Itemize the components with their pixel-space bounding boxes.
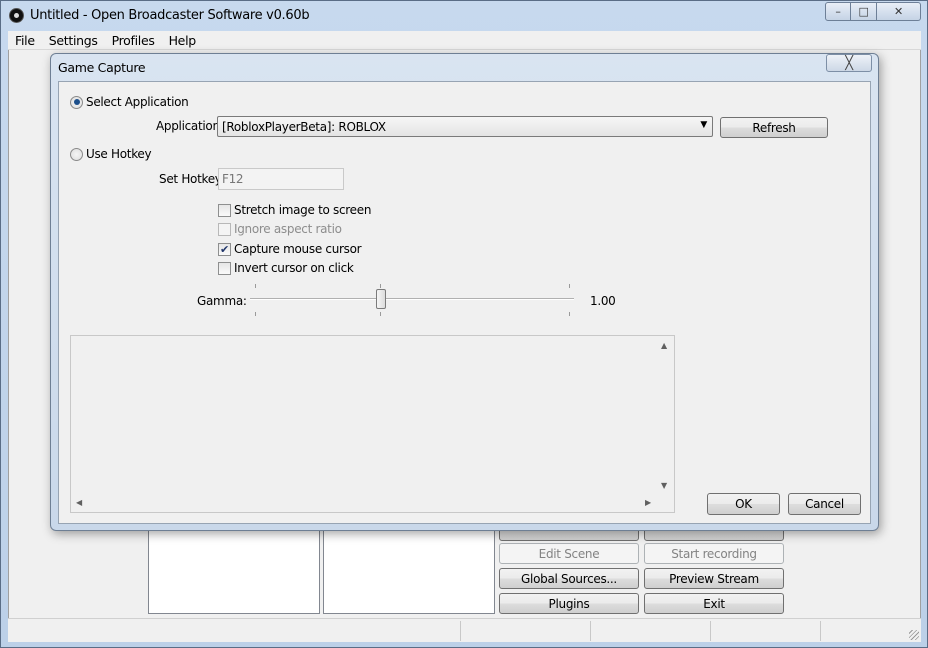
caption-buttons: – □ ✕ — [825, 2, 921, 22]
scroll-left-icon[interactable]: ◀ — [76, 498, 82, 507]
dialog-title: Game Capture — [58, 60, 146, 75]
application-value: [RobloxPlayerBeta]: ROBLOX — [222, 119, 386, 134]
maximize-button[interactable]: □ — [851, 2, 877, 21]
game-capture-dialog: Game Capture ╳ Select Application Applic… — [50, 53, 879, 531]
dialog-body: Select Application Application: [RobloxP… — [58, 81, 871, 524]
close-button[interactable]: ✕ — [877, 2, 921, 21]
menu-profiles[interactable]: Profiles — [105, 33, 162, 48]
menu-file[interactable]: File — [8, 33, 42, 48]
sources-list[interactable] — [323, 520, 495, 614]
gamma-slider-track[interactable] — [250, 298, 574, 300]
global-sources-button[interactable]: Global Sources... — [499, 568, 639, 589]
slider-tick — [569, 312, 570, 316]
ignore-aspect-ratio-label: Ignore aspect ratio — [234, 222, 342, 236]
status-pane — [460, 621, 590, 641]
slider-tick — [255, 312, 256, 316]
ok-button[interactable]: OK — [707, 493, 780, 515]
plugins-button[interactable]: Plugins — [499, 593, 639, 614]
checkbox-icon — [218, 203, 231, 217]
invert-cursor-checkbox[interactable]: Invert cursor on click — [218, 261, 354, 275]
scroll-down-icon[interactable]: ▼ — [661, 481, 667, 490]
ignore-aspect-ratio-checkbox[interactable]: Ignore aspect ratio — [218, 222, 342, 236]
select-application-label: Select Application — [86, 95, 189, 109]
scroll-right-icon[interactable]: ▶ — [645, 498, 651, 507]
use-hotkey-radio[interactable]: Use Hotkey — [70, 147, 152, 161]
scenes-list[interactable] — [148, 520, 320, 614]
stretch-image-label: Stretch image to screen — [234, 203, 372, 217]
gamma-slider-thumb[interactable] — [375, 289, 386, 309]
checkmark-icon: ✔ — [218, 242, 231, 256]
stretch-image-checkbox[interactable]: Stretch image to screen — [218, 203, 371, 217]
dialog-close-button[interactable]: ╳ — [826, 54, 872, 72]
status-pane — [590, 621, 710, 641]
menu-help[interactable]: Help — [162, 33, 203, 48]
resize-grip[interactable] — [909, 630, 919, 640]
application-dropdown[interactable]: [RobloxPlayerBeta]: ROBLOX ▼ — [217, 116, 713, 137]
minimize-button[interactable]: – — [825, 2, 851, 21]
edit-scene-button[interactable]: Edit Scene — [499, 543, 639, 564]
radio-unchecked-icon — [70, 147, 83, 161]
gamma-label: Gamma: — [197, 294, 247, 308]
checkbox-icon — [218, 261, 231, 275]
status-pane — [820, 621, 920, 641]
vertical-scrollbar[interactable]: ▲ ▼ — [657, 336, 674, 495]
radio-checked-icon — [70, 95, 83, 109]
slider-tick — [255, 284, 256, 288]
refresh-button[interactable]: Refresh — [720, 117, 828, 138]
preview-stream-button[interactable]: Preview Stream — [644, 568, 784, 589]
title-bar[interactable]: Untitled - Open Broadcaster Software v0.… — [1, 1, 927, 31]
application-label: Application: — [156, 119, 224, 133]
scroll-up-icon[interactable]: ▲ — [661, 341, 667, 350]
checkbox-icon — [218, 222, 231, 236]
use-hotkey-label: Use Hotkey — [86, 147, 152, 161]
capture-mouse-cursor-checkbox[interactable]: ✔ Capture mouse cursor — [218, 242, 362, 256]
status-pane — [710, 621, 820, 641]
gamma-value: 1.00 — [590, 294, 616, 308]
hotkey-input[interactable]: F12 — [218, 168, 344, 190]
exit-button[interactable]: Exit — [644, 593, 784, 614]
set-hotkey-label: Set Hotkey — [159, 172, 222, 186]
select-application-radio[interactable]: Select Application — [70, 95, 189, 109]
status-bar — [8, 618, 921, 642]
window-title: Untitled - Open Broadcaster Software v0.… — [30, 8, 310, 23]
menu-bar: File Settings Profiles Help — [8, 31, 921, 50]
chevron-down-icon: ▼ — [700, 120, 707, 130]
horizontal-scrollbar[interactable]: ◀ ▶ — [71, 495, 665, 512]
menu-settings[interactable]: Settings — [42, 33, 105, 48]
slider-tick — [380, 312, 381, 316]
slider-tick — [569, 284, 570, 288]
obs-logo-icon — [9, 8, 24, 23]
cancel-button[interactable]: Cancel — [788, 493, 861, 515]
slider-tick — [380, 284, 381, 288]
invert-cursor-label: Invert cursor on click — [234, 261, 354, 275]
preview-scroll-area[interactable]: ▲ ▼ ◀ ▶ — [70, 335, 675, 513]
capture-mouse-cursor-label: Capture mouse cursor — [234, 242, 362, 256]
start-recording-button[interactable]: Start recording — [644, 543, 784, 564]
